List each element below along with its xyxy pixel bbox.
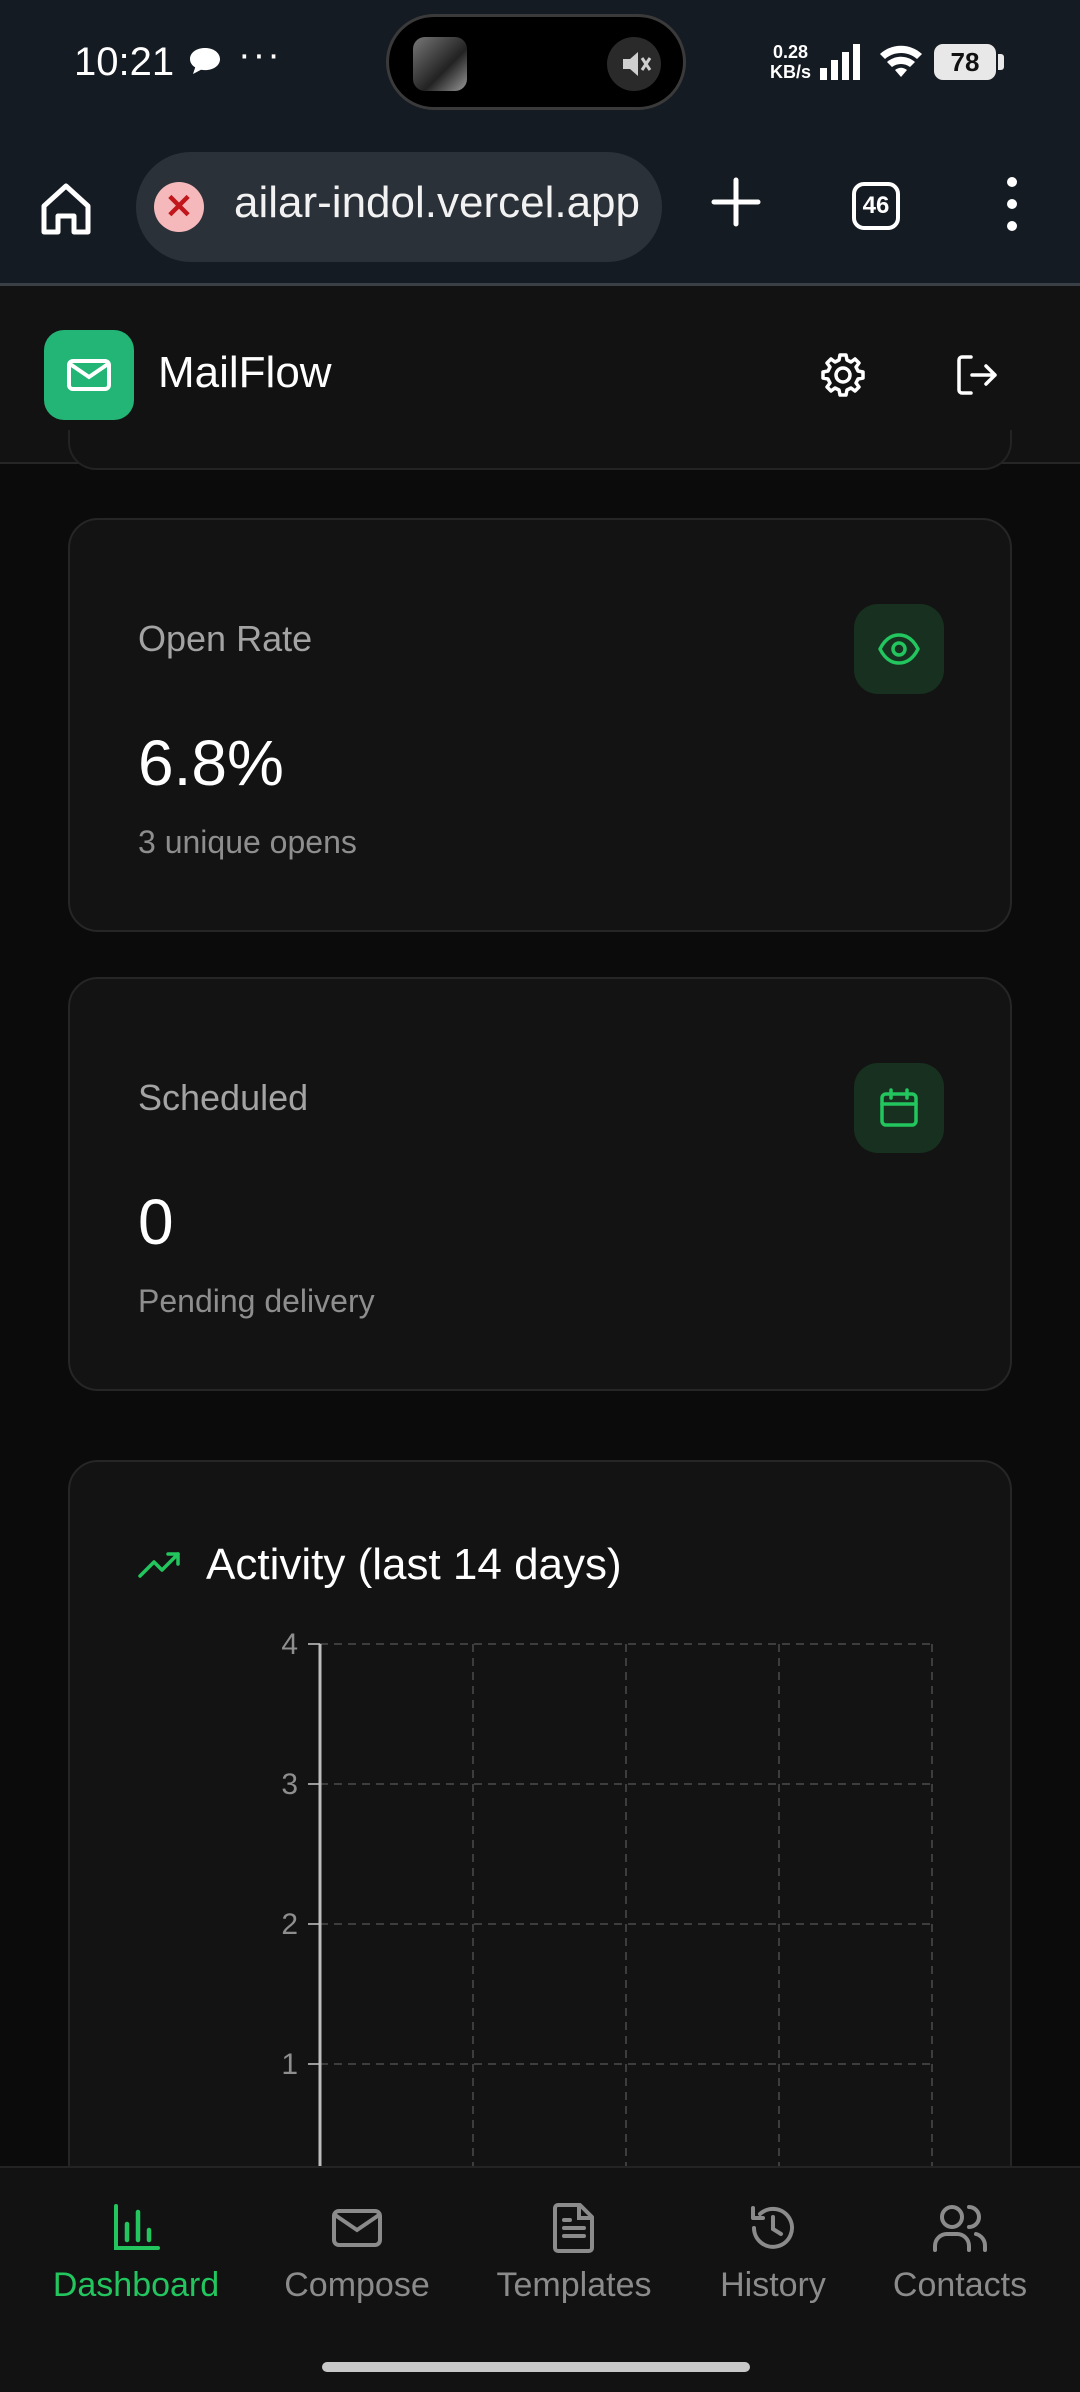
activity-chart: 4 3 2 1 — [281, 1628, 933, 2218]
nav-label: Dashboard — [52, 2266, 220, 2304]
gear-icon[interactable] — [820, 352, 866, 398]
new-tab-icon[interactable] — [708, 174, 764, 230]
dynamic-island — [386, 14, 686, 110]
signal-icon — [820, 44, 860, 80]
y-tick-label: 1 — [281, 2048, 298, 2081]
stat-value: 6.8% — [138, 727, 284, 799]
open-rate-card: Open Rate 6.8% 3 unique opens — [68, 518, 1012, 932]
logout-icon[interactable] — [954, 352, 1000, 398]
eye-icon — [854, 604, 944, 694]
status-time: 10:21 — [74, 40, 175, 84]
stat-value: 0 — [138, 1186, 174, 1258]
nav-history[interactable]: History — [700, 2168, 846, 2348]
nav-contacts[interactable]: Contacts — [880, 2168, 1040, 2348]
y-tick-label: 2 — [281, 1908, 298, 1941]
app-logo — [44, 330, 134, 420]
file-text-icon — [553, 2203, 594, 2253]
stat-subtext: 3 unique opens — [138, 824, 357, 860]
activity-card: Activity (last 14 days) 4321 — [68, 1460, 1012, 2220]
home-icon[interactable] — [38, 180, 94, 236]
wifi-icon — [880, 45, 922, 77]
media-thumbnail — [413, 37, 467, 91]
network-speed: 0.28 KB/s — [770, 42, 812, 82]
status-bar: 10:21 ··· 0.28 KB/s 78 — [0, 0, 1080, 130]
insecure-site-icon[interactable]: ✕ — [154, 182, 204, 232]
stat-label: Open Rate — [138, 618, 313, 659]
y-tick-label: 3 — [281, 1768, 298, 1801]
nav-dashboard[interactable]: Dashboard — [20, 2168, 252, 2348]
bar-chart-icon — [114, 2204, 160, 2250]
home-indicator[interactable] — [322, 2362, 750, 2372]
nav-label: Compose — [284, 2266, 430, 2304]
address-bar[interactable]: ✕ ailar-indol.vercel.app — [136, 152, 662, 262]
stat-subtext: Pending delivery — [138, 1283, 375, 1319]
app-title: MailFlow — [158, 348, 332, 397]
stat-label: Scheduled — [138, 1077, 309, 1118]
history-icon — [751, 2206, 794, 2249]
mail-icon — [332, 2209, 382, 2247]
users-icon — [933, 2205, 987, 2252]
battery-indicator: 78 — [934, 44, 1004, 80]
status-more: ··· — [238, 34, 282, 76]
nav-templates[interactable]: Templates — [482, 2168, 666, 2348]
previous-stat-card — [68, 430, 1012, 470]
mail-icon — [67, 359, 111, 391]
overflow-menu-icon[interactable] — [1000, 174, 1024, 234]
nav-compose[interactable]: Compose — [262, 2168, 452, 2348]
scheduled-card: Scheduled 0 Pending delivery — [68, 977, 1012, 1391]
browser-toolbar: ✕ ailar-indol.vercel.app 46 — [0, 130, 1080, 286]
nav-label: Contacts — [892, 2266, 1028, 2304]
mute-icon — [607, 37, 661, 91]
url-text[interactable]: ailar-indol.vercel.app — [234, 178, 640, 228]
nav-label: History — [720, 2266, 826, 2304]
y-tick-label: 4 — [281, 1628, 298, 1661]
bottom-navigation: Dashboard Compose Templates History Cont… — [0, 2166, 1080, 2346]
nav-label: Templates — [496, 2266, 652, 2304]
chat-icon — [190, 48, 220, 74]
calendar-icon — [854, 1063, 944, 1153]
gesture-area — [0, 2346, 1080, 2392]
tab-switcher-button[interactable]: 46 — [852, 182, 900, 230]
